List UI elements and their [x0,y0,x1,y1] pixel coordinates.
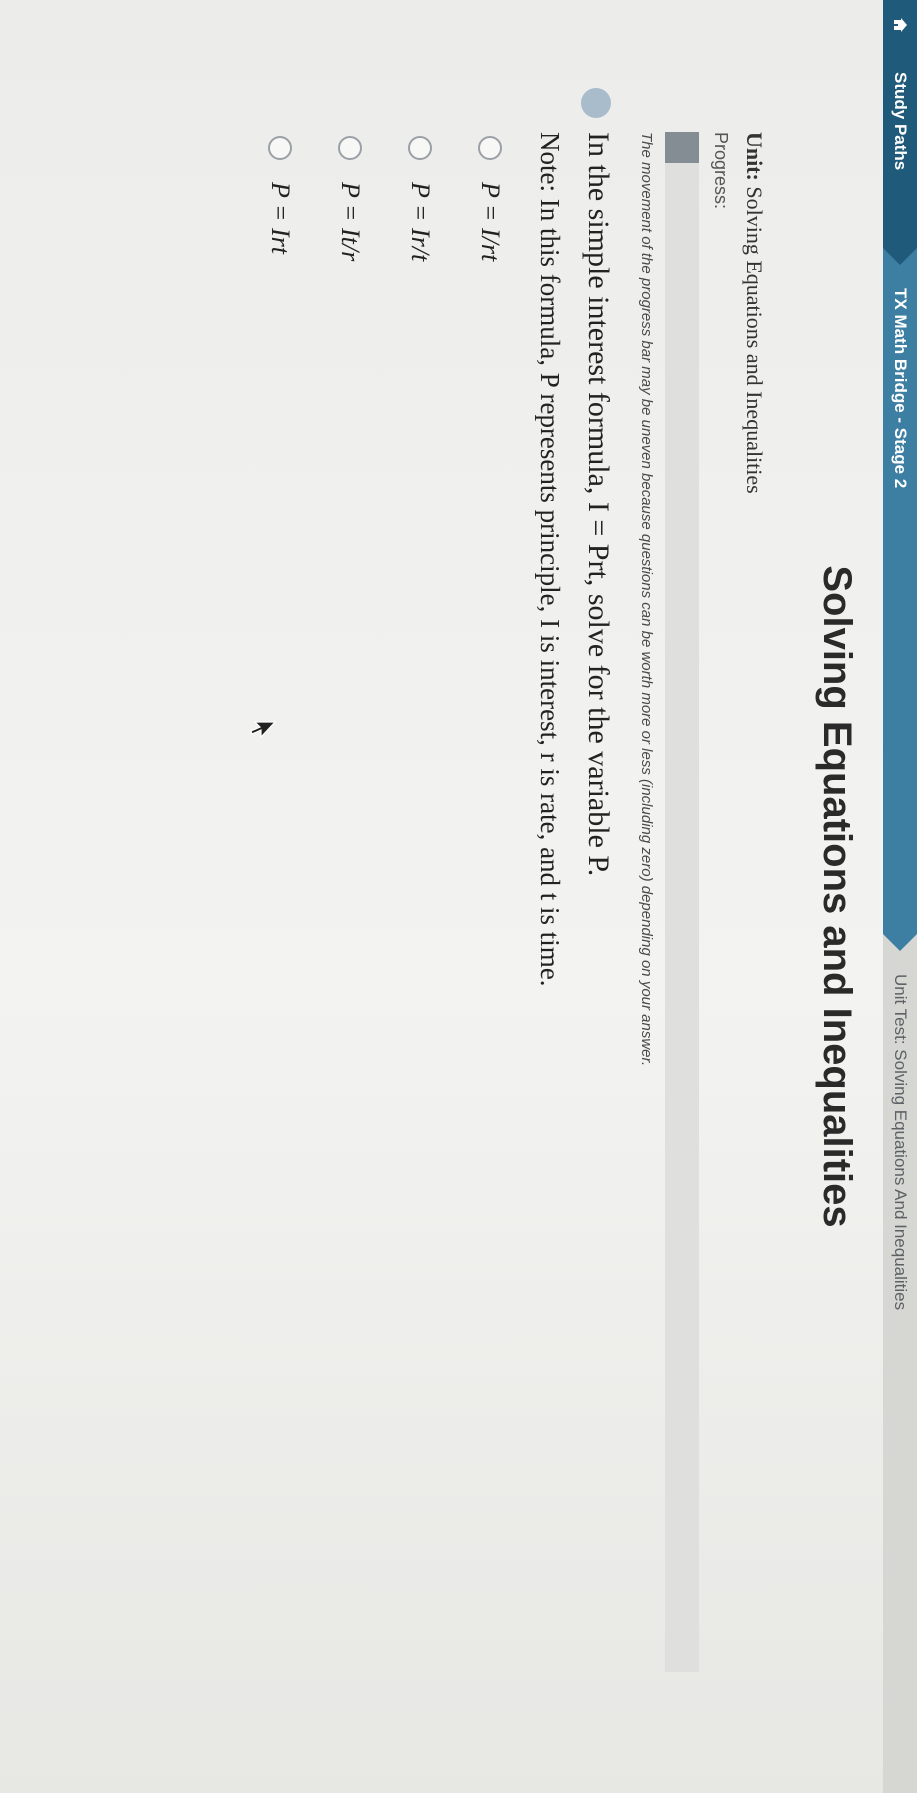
question-note: Note: In this formula, P represents prin… [535,132,565,987]
radio-button[interactable] [478,136,502,160]
progress-label: Progress: [711,132,731,210]
unit-line: Unit: Solving Equations and Inequalities [741,132,767,494]
radio-button[interactable] [408,136,432,160]
progress-fill [665,132,699,163]
breadcrumb-course[interactable]: TX Math Bridge - Stage 2 [883,248,917,934]
progress-bar [665,132,699,1672]
choice-text: P = I/rt [476,182,505,262]
mouse-cursor-icon [250,721,277,739]
page: Study Paths TX Math Bridge - Stage 2 Uni… [0,0,917,1793]
answer-choice[interactable]: P = Irt [265,136,295,254]
radio-button[interactable] [338,136,362,160]
page-title: Solving Equations and Inequalities [815,565,859,1228]
breadcrumb: Study Paths TX Math Bridge - Stage 2 Uni… [883,0,917,1793]
choice-text: P = Irt [266,182,295,254]
question-status-icon [581,88,611,118]
home-icon [894,18,907,32]
radio-button[interactable] [268,136,292,160]
answer-choice[interactable]: P = I/rt [475,136,505,261]
choice-text: P = Ir/t [406,182,435,262]
breadcrumb-study-paths[interactable]: Study Paths [883,50,917,248]
choice-text: P = It/r [336,182,365,262]
home-button[interactable] [883,0,917,50]
breadcrumb-current: Unit Test: Solving Equations And Inequal… [891,974,910,1311]
question-text: In the simple interest formula, I = Prt,… [582,132,615,877]
answer-choice[interactable]: P = Ir/t [405,136,435,261]
unit-label: Unit: [742,132,767,181]
answer-choice[interactable]: P = It/r [335,136,365,261]
progress-note: The movement of the progress bar may be … [638,132,655,1067]
unit-name: Solving Equations and Inequalities [742,186,767,494]
